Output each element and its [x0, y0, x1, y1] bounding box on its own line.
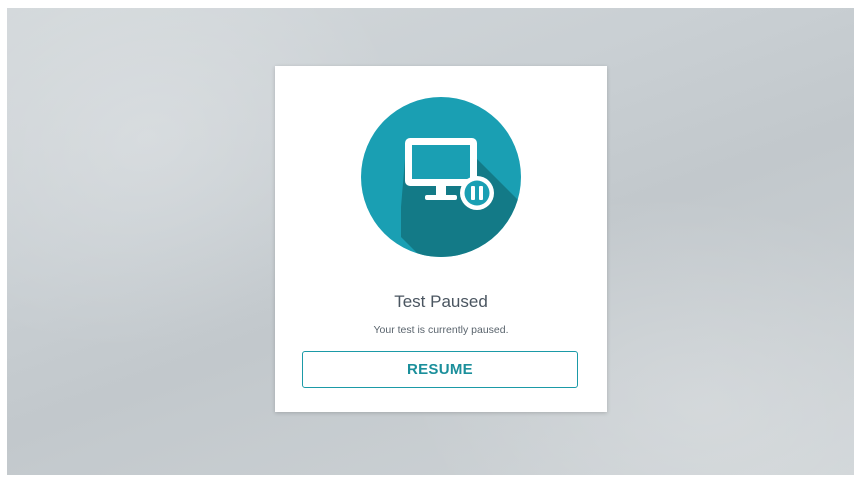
dialog-message: Your test is currently paused.	[373, 324, 509, 336]
paused-screen-background: Test Paused Your test is currently pause…	[7, 8, 854, 475]
monitor-pause-icon	[361, 97, 521, 257]
test-paused-dialog: Test Paused Your test is currently pause…	[275, 66, 607, 412]
dialog-title: Test Paused	[394, 292, 488, 311]
resume-button[interactable]: RESUME	[302, 351, 578, 388]
